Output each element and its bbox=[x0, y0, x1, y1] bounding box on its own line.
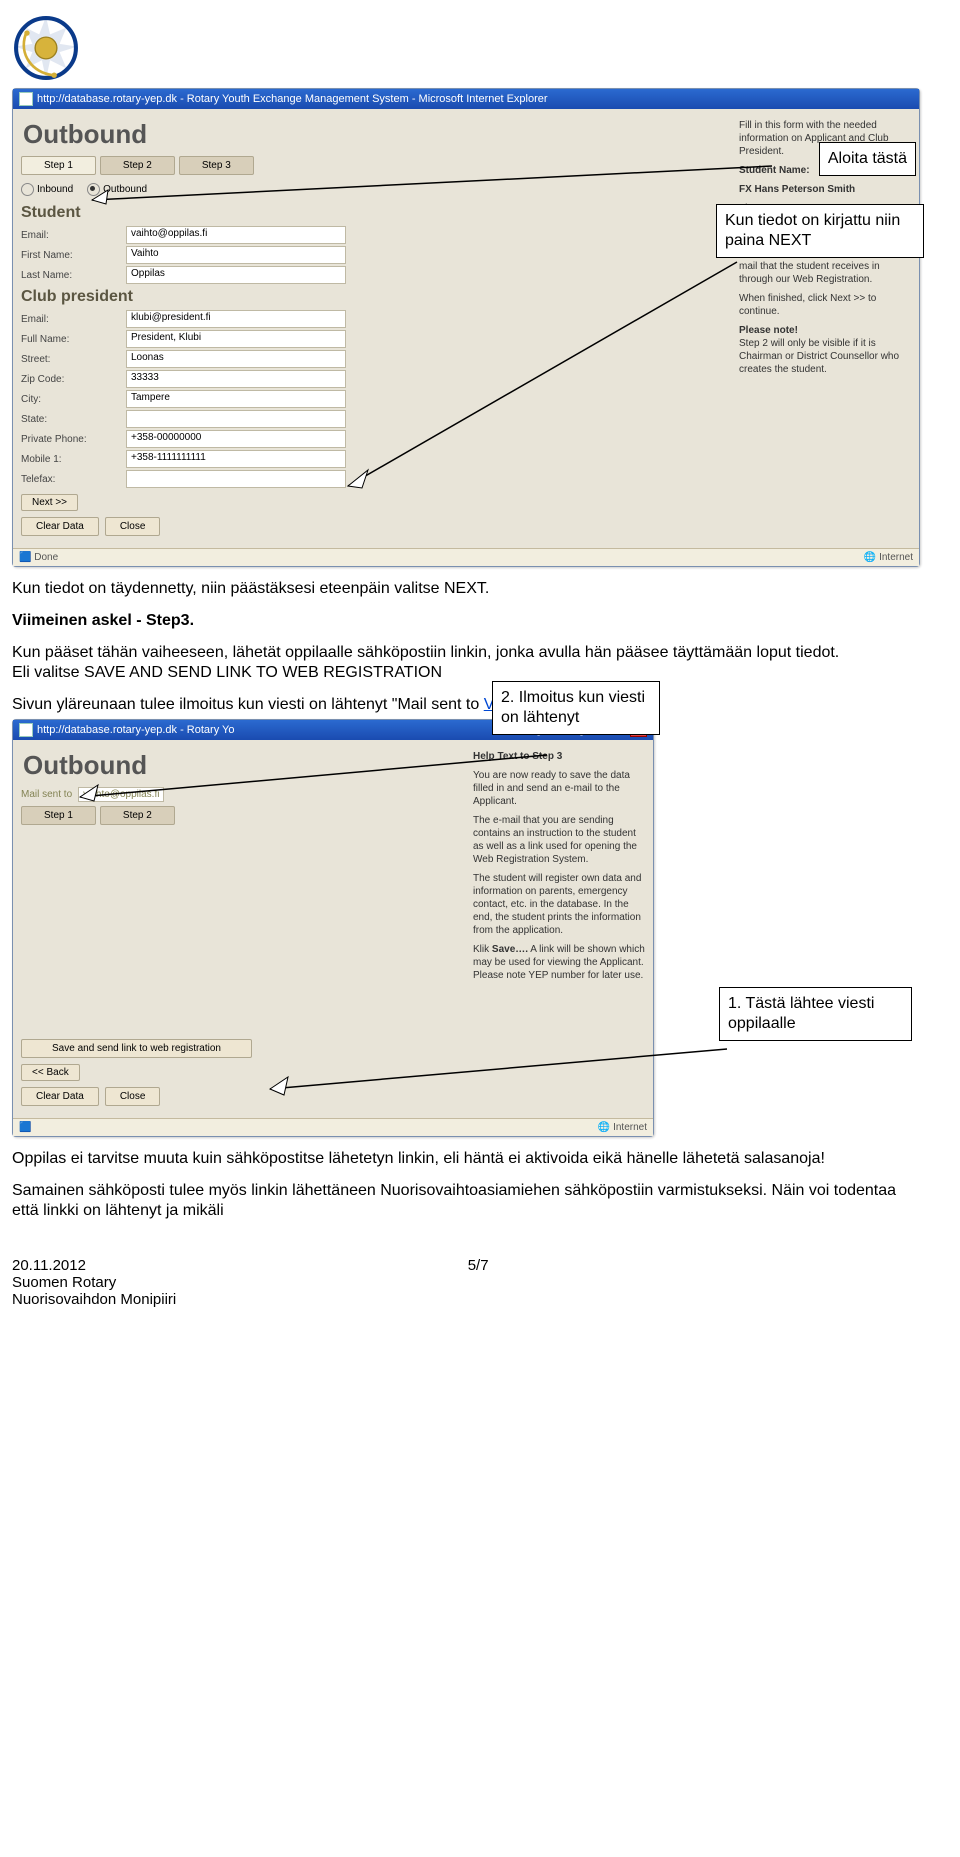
radio-inbound[interactable]: Inbound bbox=[21, 183, 73, 196]
field-input[interactable]: Loonas bbox=[126, 350, 346, 368]
help-student-name-label: Student Name: bbox=[739, 165, 810, 176]
status-left-2: 🟦 bbox=[19, 1122, 31, 1133]
back-button[interactable]: << Back bbox=[21, 1064, 80, 1081]
callout-send-text: 1. Tästä lähtee viesti oppilaalle bbox=[728, 995, 874, 1032]
field-row: Last Name:Oppilas bbox=[21, 266, 731, 284]
step-1[interactable]: Step 1 bbox=[21, 156, 96, 175]
field-row: First Name:Vaihto bbox=[21, 246, 731, 264]
field-row: Mobile 1:+358-1111111111 bbox=[21, 450, 731, 468]
field-label: City: bbox=[21, 394, 126, 405]
clear-button[interactable]: Clear Data bbox=[21, 517, 99, 536]
help-next: When finished, click Next >> to continue… bbox=[739, 292, 911, 318]
field-label: First Name: bbox=[21, 250, 126, 261]
save-send-button[interactable]: Save and send link to web registration bbox=[21, 1039, 252, 1058]
field-input[interactable]: 33333 bbox=[126, 370, 346, 388]
help2-p1: You are now ready to save the data fille… bbox=[473, 769, 645, 808]
callout-next-text: Kun tiedot on kirjattu niin paina NEXT bbox=[725, 212, 900, 249]
radio-dot-filled bbox=[87, 183, 100, 196]
ie-window-1: http://database.rotary-yep.dk - Rotary Y… bbox=[12, 88, 920, 567]
status-done: 🟦 Done bbox=[19, 552, 58, 563]
field-input[interactable]: Vaihto bbox=[126, 246, 346, 264]
field-input[interactable] bbox=[126, 470, 346, 488]
footer-page: 5/7 bbox=[468, 1257, 489, 1308]
doc-step3-title: Viimeinen askel - Step3. bbox=[12, 612, 194, 629]
doc-line4: Oppilas ei tarvitse muuta kuin sähköpost… bbox=[12, 1149, 920, 1169]
callout-send: 1. Tästä lähtee viesti oppilaalle bbox=[719, 987, 912, 1041]
rotary-logo bbox=[12, 14, 80, 82]
footer-date: 20.11.2012 bbox=[12, 1257, 176, 1274]
section-club: Club president bbox=[21, 288, 731, 306]
field-label: Mobile 1: bbox=[21, 454, 126, 465]
help2-p2: The e-mail that you are sending contains… bbox=[473, 814, 645, 866]
callout-ilmoitus-text: 2. Ilmoitus kun viesti on lähtenyt bbox=[501, 689, 645, 726]
ie-titlebar-1: http://database.rotary-yep.dk - Rotary Y… bbox=[13, 89, 919, 109]
step-2[interactable]: Step 2 bbox=[100, 156, 175, 175]
field-row: Email:vaihto@oppilas.fi bbox=[21, 226, 731, 244]
status-internet: 🌐 Internet bbox=[864, 552, 913, 563]
doc-line5: Samainen sähköposti tulee myös linkin lä… bbox=[12, 1181, 920, 1221]
clear-button-2[interactable]: Clear Data bbox=[21, 1087, 99, 1106]
field-label: Telefax: bbox=[21, 474, 126, 485]
page-footer: 20.11.2012 Suomen Rotary Nuorisovaihdon … bbox=[12, 1257, 920, 1308]
ie-title-2a: http://database.rotary-yep.dk - Rotary Y… bbox=[37, 724, 235, 736]
ie-icon bbox=[19, 723, 33, 737]
step2-1[interactable]: Step 1 bbox=[21, 806, 96, 825]
step-3[interactable]: Step 3 bbox=[179, 156, 254, 175]
field-label: Street: bbox=[21, 354, 126, 365]
help2-p3: The student will register own data and i… bbox=[473, 872, 645, 937]
help-student-name-value: FX Hans Peterson Smith bbox=[739, 184, 855, 195]
footer-org2: Nuorisovaihdon Monipiiri bbox=[12, 1291, 176, 1308]
radio-outbound[interactable]: Outbound bbox=[87, 183, 147, 196]
doc-line3: Sivun yläreunaan tulee ilmoitus kun vies… bbox=[12, 695, 920, 715]
field-input[interactable]: President, Klubi bbox=[126, 330, 346, 348]
field-input[interactable]: klubi@president.fi bbox=[126, 310, 346, 328]
field-input[interactable]: +358-00000000 bbox=[126, 430, 346, 448]
callout-next: Kun tiedot on kirjattu niin paina NEXT bbox=[716, 204, 924, 258]
field-label: Email: bbox=[21, 230, 126, 241]
footer-org1: Suomen Rotary bbox=[12, 1274, 176, 1291]
field-label: Private Phone: bbox=[21, 434, 126, 445]
field-row: Zip Code:33333 bbox=[21, 370, 731, 388]
step2-2[interactable]: Step 2 bbox=[100, 806, 175, 825]
page-heading-1: Outbound bbox=[23, 119, 731, 150]
mail-sent-value: vaihto@oppilas.fi bbox=[78, 787, 164, 802]
callout-aloita-text: Aloita tästä bbox=[828, 150, 907, 167]
help2-p4: Klik Save…. A link will be shown which m… bbox=[473, 943, 645, 982]
callout-ilmoitus: 2. Ilmoitus kun viesti on lähtenyt bbox=[492, 681, 660, 735]
field-row: Street:Loonas bbox=[21, 350, 731, 368]
ie-window-2: http://database.rotary-yep.dk - Rotary Y… bbox=[12, 719, 654, 1137]
field-row: Private Phone:+358-00000000 bbox=[21, 430, 731, 448]
field-label: Email: bbox=[21, 314, 126, 325]
mail-sent-row: Mail sent to vaihto@oppilas.fi bbox=[21, 787, 465, 802]
ie-icon bbox=[19, 92, 33, 106]
next-button[interactable]: Next >> bbox=[21, 494, 78, 511]
status-right-2: 🌐 Internet bbox=[598, 1122, 647, 1133]
field-input[interactable] bbox=[126, 410, 346, 428]
doc-line1: Kun tiedot on täydennetty, niin päästäks… bbox=[12, 579, 920, 599]
field-input[interactable]: vaihto@oppilas.fi bbox=[126, 226, 346, 244]
callout-aloita: Aloita tästä bbox=[819, 142, 916, 176]
field-label: Full Name: bbox=[21, 334, 126, 345]
field-input[interactable]: Tampere bbox=[126, 390, 346, 408]
field-input[interactable]: +358-1111111111 bbox=[126, 450, 346, 468]
field-label: Zip Code: bbox=[21, 374, 126, 385]
close-button[interactable]: Close bbox=[105, 517, 161, 536]
help-note: Please note!Step 2 will only be visible … bbox=[739, 324, 911, 376]
close-button-2[interactable]: Close bbox=[105, 1087, 161, 1106]
doc-line2: Kun pääset tähän vaiheeseen, lähetät opp… bbox=[12, 643, 920, 683]
field-input[interactable]: Oppilas bbox=[126, 266, 346, 284]
field-row: City:Tampere bbox=[21, 390, 731, 408]
field-row: Telefax: bbox=[21, 470, 731, 488]
field-row: Email:klubi@president.fi bbox=[21, 310, 731, 328]
field-label: Last Name: bbox=[21, 270, 126, 281]
field-label: State: bbox=[21, 414, 126, 425]
page-heading-2: Outbound bbox=[23, 750, 465, 781]
ie-title-1: http://database.rotary-yep.dk - Rotary Y… bbox=[37, 93, 548, 105]
section-student: Student bbox=[21, 204, 731, 222]
field-row: State: bbox=[21, 410, 731, 428]
radio-dot bbox=[21, 183, 34, 196]
field-row: Full Name:President, Klubi bbox=[21, 330, 731, 348]
help2-title: Help Text to Step 3 bbox=[473, 751, 562, 762]
